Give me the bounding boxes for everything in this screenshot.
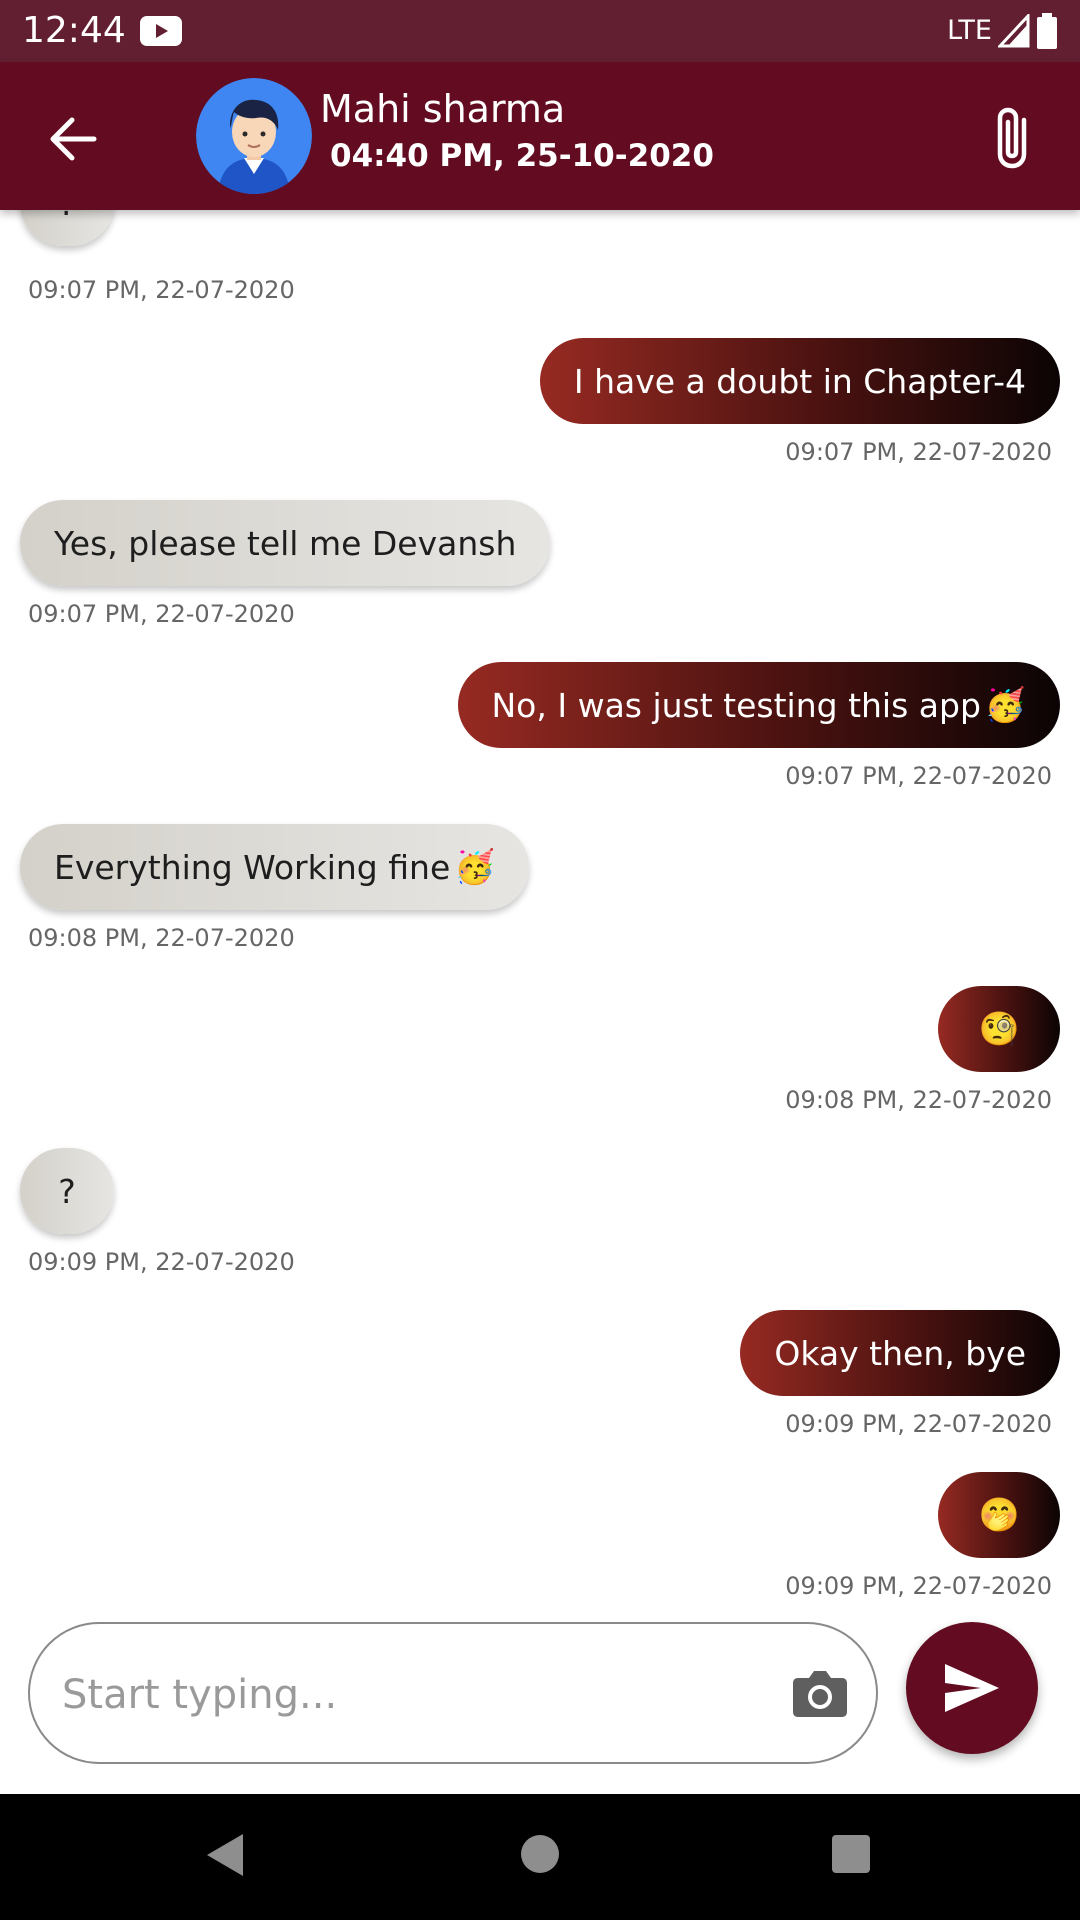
received-message[interactable]: ?	[20, 1148, 114, 1234]
message-input[interactable]	[60, 1664, 764, 1726]
message-text: Okay then, bye	[774, 1333, 1026, 1373]
hand-over-mouth-emoji: 🤭	[978, 1495, 1020, 1534]
sent-message[interactable]: No, I was just testing this app 🥳	[457, 662, 1060, 748]
nav-recents-icon[interactable]	[832, 1835, 870, 1873]
battery-icon	[1037, 13, 1057, 49]
sent-message[interactable]: 🤭	[938, 1472, 1060, 1558]
last-seen: 04:40 PM, 25-10-2020	[330, 138, 714, 174]
message-text: ?	[58, 210, 76, 223]
monocle-face-emoji: 🧐	[978, 1009, 1020, 1048]
nav-home-icon[interactable]	[521, 1835, 559, 1873]
message-composer	[28, 1622, 878, 1764]
status-bar: 12:44 LTE	[0, 0, 1080, 62]
status-indicators: LTE	[947, 12, 1058, 50]
message-timestamp: 09:09 PM, 22-07-2020	[28, 1248, 295, 1276]
message-timestamp: 09:08 PM, 22-07-2020	[28, 924, 295, 952]
youtube-icon	[140, 16, 182, 46]
message-text: I have a doubt in Chapter-4	[573, 361, 1026, 401]
message-timestamp: 09:07 PM, 22-07-2020	[28, 600, 295, 628]
partying-face-emoji: 🥳	[984, 685, 1026, 724]
network-type: LTE	[947, 15, 992, 46]
sent-message[interactable]: I have a doubt in Chapter-4	[539, 338, 1060, 424]
contact-name: Mahi sharma	[320, 87, 566, 131]
status-time: 12:44	[22, 10, 126, 51]
nav-back-icon[interactable]	[205, 1832, 245, 1878]
paperclip-icon[interactable]	[990, 106, 1040, 172]
sent-message[interactable]: Okay then, bye	[740, 1310, 1060, 1396]
send-button[interactable]	[906, 1622, 1038, 1754]
message-list[interactable]: ? 09:07 PM, 22-07-2020 I have a doubt in…	[0, 210, 1080, 1610]
message-timestamp: 09:07 PM, 22-07-2020	[785, 438, 1052, 466]
message-text: No, I was just testing this app	[491, 685, 981, 725]
message-timestamp: 09:07 PM, 22-07-2020	[785, 762, 1052, 790]
system-navigation-bar	[0, 1794, 1080, 1920]
partying-face-emoji: 🥳	[454, 847, 496, 886]
received-message[interactable]: ?	[20, 210, 114, 246]
sent-message[interactable]: 🧐	[938, 986, 1060, 1072]
avatar-person-icon	[196, 78, 312, 194]
back-arrow-icon[interactable]	[46, 112, 100, 166]
camera-icon[interactable]	[792, 1668, 848, 1718]
chat-header: Mahi sharma 04:40 PM, 25-10-2020	[0, 62, 1080, 210]
message-timestamp: 09:07 PM, 22-07-2020	[28, 276, 295, 304]
avatar[interactable]	[196, 78, 312, 194]
received-message[interactable]: Yes, please tell me Devansh	[20, 500, 551, 586]
message-text: Everything Working fine	[54, 847, 451, 887]
message-text: Yes, please tell me Devansh	[54, 523, 517, 563]
signal-icon	[998, 14, 1030, 48]
message-timestamp: 09:09 PM, 22-07-2020	[785, 1410, 1052, 1438]
message-timestamp: 09:08 PM, 22-07-2020	[785, 1086, 1052, 1114]
message-text: ?	[58, 1171, 76, 1211]
received-message[interactable]: Everything Working fine 🥳	[20, 824, 530, 910]
message-timestamp: 09:09 PM, 22-07-2020	[785, 1572, 1052, 1600]
send-icon	[945, 1664, 999, 1712]
